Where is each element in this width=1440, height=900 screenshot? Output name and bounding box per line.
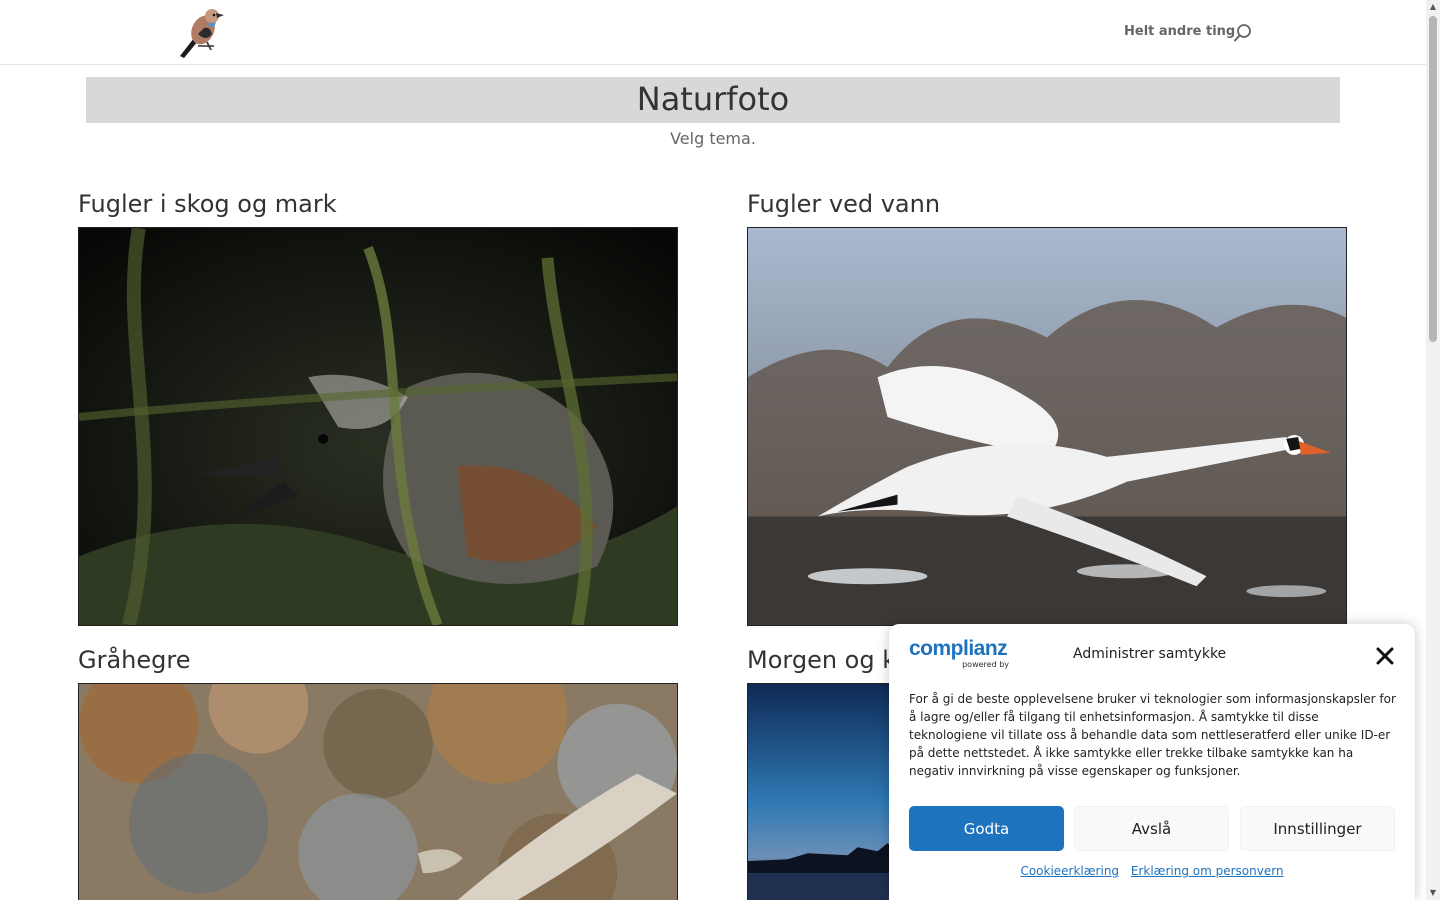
- complianz-logo: complianz powered by: [909, 637, 1011, 670]
- cookie-title: Administrer samtykke: [1073, 646, 1227, 662]
- gallery-title-morgen[interactable]: Morgen og k: [747, 646, 896, 674]
- deny-button[interactable]: Avslå: [1074, 806, 1229, 851]
- cookie-policy-link[interactable]: Cookieerklæring: [1020, 864, 1119, 878]
- title-band: Naturfoto: [86, 77, 1340, 123]
- gallery-photo-grahegre[interactable]: [78, 683, 678, 900]
- complianz-logo-text: complianz: [909, 637, 1008, 660]
- gallery-title-skog-og-mark[interactable]: Fugler i skog og mark: [78, 190, 337, 218]
- scroll-thumb[interactable]: [1429, 16, 1437, 342]
- page-subtitle: Velg tema.: [670, 129, 756, 148]
- settings-button[interactable]: Innstillinger: [1240, 806, 1395, 851]
- accept-button[interactable]: Godta: [909, 806, 1064, 851]
- scroll-up-arrow-icon[interactable]: ▲: [1429, 2, 1437, 12]
- cookie-links: Cookieerklæring Erklæring om personvern: [889, 864, 1415, 878]
- close-icon[interactable]: [1373, 644, 1397, 668]
- nav-link-helt-andre-ting[interactable]: Helt andre ting: [1124, 24, 1235, 39]
- gallery-photo-ved-vann[interactable]: [747, 227, 1347, 626]
- gallery-title-grahegre[interactable]: Gråhegre: [78, 646, 191, 674]
- site-header: Helt andre ting: [0, 0, 1426, 65]
- cookie-message: For å gi de beste opplevelsene bruker vi…: [909, 692, 1396, 778]
- gallery-photo-skog-og-mark[interactable]: [78, 227, 678, 626]
- page-title: Naturfoto: [636, 80, 790, 118]
- cookie-consent-banner: complianz powered by Administrer samtykk…: [889, 624, 1415, 900]
- privacy-policy-link[interactable]: Erklæring om personvern: [1131, 864, 1284, 878]
- page-scrollbar[interactable]: ▲ ▼: [1426, 0, 1440, 900]
- gallery-title-ved-vann[interactable]: Fugler ved vann: [747, 190, 940, 218]
- scroll-down-arrow-icon[interactable]: ▼: [1429, 888, 1437, 898]
- search-icon[interactable]: [1233, 23, 1253, 43]
- complianz-powered-by: powered by: [962, 660, 1009, 669]
- jay-bird-logo-icon[interactable]: [176, 4, 228, 60]
